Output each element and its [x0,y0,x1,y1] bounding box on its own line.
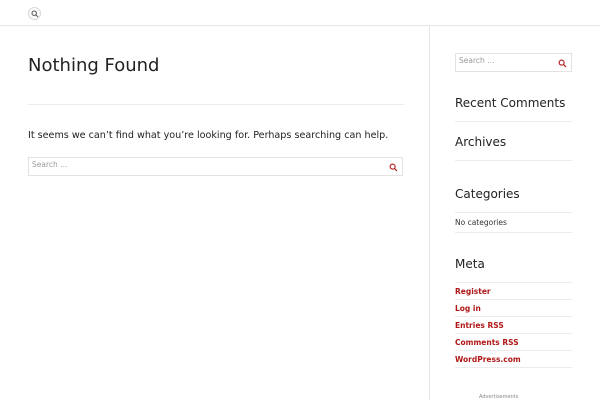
main-search-input[interactable]: Search … [28,157,403,176]
widget-divider [455,160,572,161]
meta-link-wordpress[interactable]: WordPress.com [455,355,521,364]
widget-divider [455,350,572,351]
search-icon [31,10,39,18]
header-search-button[interactable] [28,7,41,20]
search-placeholder: Search … [459,56,495,65]
page-title: Nothing Found [28,55,160,76]
meta-link-comments-rss[interactable]: Comments RSS [455,338,519,347]
advertisements-label: Advertisements [479,394,519,400]
search-icon[interactable] [389,163,398,172]
widget-divider [455,232,572,233]
column-divider [429,26,430,400]
widget-divider [455,212,572,213]
widget-divider [455,299,572,300]
widget-divider [455,121,572,122]
widget-divider [455,367,572,368]
categories-title: Categories [455,187,520,201]
meta-link-login[interactable]: Log in [455,304,481,313]
sidebar-search-input[interactable]: Search … [455,53,572,72]
archives-title: Archives [455,135,507,149]
meta-link-entries-rss[interactable]: Entries RSS [455,321,504,330]
recent-comments-title: Recent Comments [455,96,566,110]
title-divider [28,104,404,105]
search-placeholder: Search … [32,160,68,169]
widget-divider [455,316,572,317]
search-icon[interactable] [558,59,567,68]
categories-empty: No categories [455,218,507,227]
widget-divider [455,333,572,334]
not-found-message: It seems we can’t find what you’re looki… [28,130,389,141]
meta-link-register[interactable]: Register [455,287,491,296]
meta-title: Meta [455,257,485,271]
top-bar [0,0,600,26]
widget-divider [455,282,572,283]
